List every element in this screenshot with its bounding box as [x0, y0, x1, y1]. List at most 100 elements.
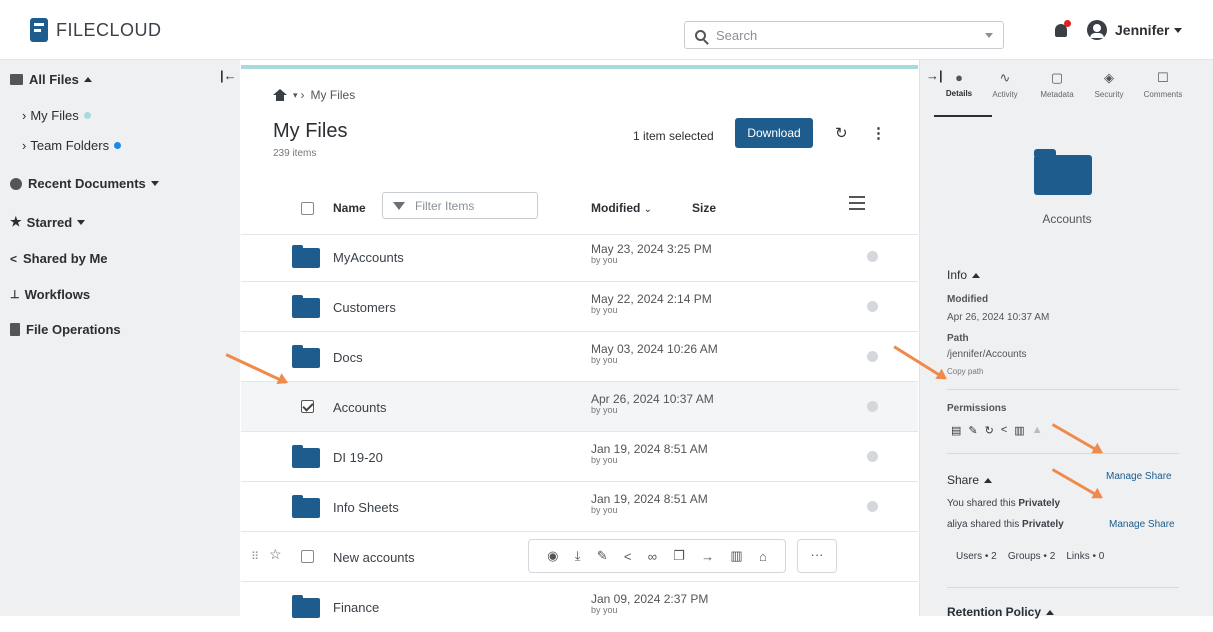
tab-label: Security — [1094, 90, 1124, 99]
tab-metadata[interactable]: ▢ Metadata — [1032, 70, 1082, 99]
preview-icon[interactable]: ◉ — [547, 548, 558, 564]
column-name[interactable]: Name — [333, 201, 366, 215]
divider — [947, 453, 1179, 454]
path-label: Path — [947, 333, 969, 344]
tab-security[interactable]: ◈ Security — [1084, 70, 1134, 99]
bell-icon[interactable] — [1055, 20, 1071, 37]
comment-icon: ☐ — [1157, 70, 1169, 85]
sidebar-item-my-files[interactable]: › My Files — [22, 108, 91, 123]
column-modified[interactable]: Modified ⌄ — [591, 201, 652, 215]
sidebar-item-team-folders[interactable]: › Team Folders — [22, 138, 122, 153]
table-row[interactable]: Info Sheets Jan 19, 2024 8:51 AM by you — [241, 482, 918, 532]
chevron-up-icon — [1046, 609, 1055, 615]
info-icon[interactable] — [867, 501, 878, 512]
chevron-up-icon — [83, 77, 92, 82]
manage-share-link[interactable]: Manage Share — [1106, 471, 1172, 482]
tab-details[interactable]: ● Details — [934, 70, 984, 98]
sidebar-item-file-operations[interactable]: File Operations — [10, 322, 121, 337]
collapse-sidebar-icon[interactable]: |← — [220, 68, 237, 83]
clock-icon — [10, 177, 22, 190]
edit-icon[interactable]: ✎ — [597, 548, 608, 564]
info-section-toggle[interactable]: Info — [947, 268, 981, 282]
table-row-selected[interactable]: Accounts Apr 26, 2024 10:37 AM by you — [241, 382, 918, 432]
folder-icon — [1034, 149, 1092, 195]
column-size[interactable]: Size — [692, 201, 716, 215]
delete-icon[interactable]: ▥ — [730, 548, 742, 564]
file-name[interactable]: MyAccounts — [333, 250, 404, 265]
table-row[interactable]: Customers May 22, 2024 2:14 PM by you — [241, 282, 918, 332]
breadcrumb-item[interactable]: My Files — [311, 88, 356, 102]
chevron-down-icon[interactable]: ▾ — [293, 90, 298, 101]
folder-icon — [10, 74, 23, 85]
filter-input[interactable]: Filter Items — [382, 192, 538, 219]
download-icon[interactable]: ⤓ — [575, 548, 581, 564]
table-row[interactable]: DI 19-20 Jan 19, 2024 8:51 AM by you — [241, 432, 918, 482]
sidebar-item-workflows[interactable]: ⊥ Workflows — [10, 287, 90, 302]
modified-by: by you — [591, 605, 618, 615]
star-icon[interactable]: ☆ — [269, 546, 282, 563]
download-button[interactable]: Download — [735, 118, 813, 148]
sidebar-item-label: Starred — [26, 214, 73, 230]
tab-label: Details — [945, 89, 973, 98]
share-section-toggle[interactable]: Share — [947, 473, 993, 487]
manage-share-link-2[interactable]: Manage Share — [1109, 519, 1175, 530]
select-all-checkbox[interactable] — [301, 202, 314, 215]
shield-icon: ◈ — [1104, 70, 1114, 85]
copy-path-link[interactable]: Copy path — [947, 367, 983, 376]
file-name[interactable]: Accounts — [333, 400, 386, 415]
tab-activity[interactable]: ∿ Activity — [980, 70, 1030, 99]
lock-icon[interactable]: ⌂ — [759, 549, 767, 564]
edit-icon: ✎ — [968, 425, 978, 437]
permissions-label: Permissions — [947, 403, 1007, 414]
app-logo[interactable]: FILECLOUD — [30, 18, 162, 42]
search-dropdown-icon[interactable] — [985, 33, 993, 38]
tab-comments[interactable]: ☐ Comments — [1138, 70, 1188, 99]
section-heading: Share — [947, 473, 980, 487]
move-icon[interactable]: → — [701, 549, 714, 564]
info-icon[interactable] — [867, 401, 878, 412]
list-view-icon[interactable] — [849, 196, 865, 210]
share-icon[interactable]: < — [624, 549, 632, 564]
file-name[interactable]: Info Sheets — [333, 500, 399, 515]
info-icon[interactable] — [867, 451, 878, 462]
more-actions-button[interactable]: ··· — [797, 539, 837, 573]
file-name[interactable]: New accounts — [333, 550, 415, 565]
file-name[interactable]: DI 19-20 — [333, 450, 383, 465]
chevron-right-icon: › — [300, 88, 305, 102]
file-name[interactable]: Finance — [333, 600, 379, 615]
link-icon[interactable]: ∞ — [648, 549, 657, 564]
row-checkbox[interactable] — [301, 550, 314, 563]
info-icon[interactable] — [867, 301, 878, 312]
table-row-hover[interactable]: ⠿ ☆ New accounts ◉ ⤓ ✎ < ∞ ❐ → ▥ ⌂ ··· — [241, 532, 918, 582]
home-icon[interactable] — [273, 89, 287, 101]
drag-handle-icon[interactable]: ⠿ — [251, 550, 259, 563]
modified-date: Jan 09, 2024 2:37 PM — [591, 592, 709, 606]
modified-date: Apr 26, 2024 10:37 AM — [591, 392, 714, 406]
table-header: Name Filter Items Modified ⌄ Size — [241, 181, 918, 235]
table-row[interactable]: MyAccounts May 23, 2024 3:25 PM by you — [241, 232, 918, 282]
workflow-icon: ⊥ — [10, 289, 20, 301]
info-icon[interactable] — [867, 251, 878, 262]
search-input[interactable]: Search — [684, 21, 1004, 49]
table-row[interactable]: Docs May 03, 2024 10:26 AM by you — [241, 332, 918, 382]
file-name[interactable]: Docs — [333, 350, 363, 365]
sidebar-item-starred[interactable]: ★ Starred — [10, 214, 86, 230]
modified-by: by you — [591, 255, 618, 265]
sidebar-item-shared-by-me[interactable]: < Shared by Me — [10, 251, 108, 266]
chevron-right-icon: › — [22, 138, 27, 153]
sidebar-item-all-files[interactable]: All Files — [10, 72, 92, 87]
refresh-icon[interactable]: ↻ — [835, 124, 848, 142]
modified-by: by you — [591, 455, 618, 465]
page-title: My Files — [273, 120, 348, 142]
selection-status: 1 item selected — [633, 129, 714, 143]
more-options-icon[interactable]: ⋮ — [871, 124, 886, 142]
sidebar-item-recent-documents[interactable]: Recent Documents — [10, 176, 159, 191]
copy-icon[interactable]: ❐ — [673, 548, 685, 564]
info-icon[interactable] — [867, 351, 878, 362]
file-name[interactable]: Customers — [333, 300, 396, 315]
retention-section-toggle[interactable]: Retention Policy — [947, 605, 1055, 619]
user-menu[interactable]: Jennifer — [1087, 20, 1183, 40]
table-row[interactable]: Finance Jan 09, 2024 2:37 PM by you — [241, 582, 918, 632]
row-checkbox[interactable] — [301, 400, 314, 413]
chevron-down-icon — [1174, 27, 1183, 33]
